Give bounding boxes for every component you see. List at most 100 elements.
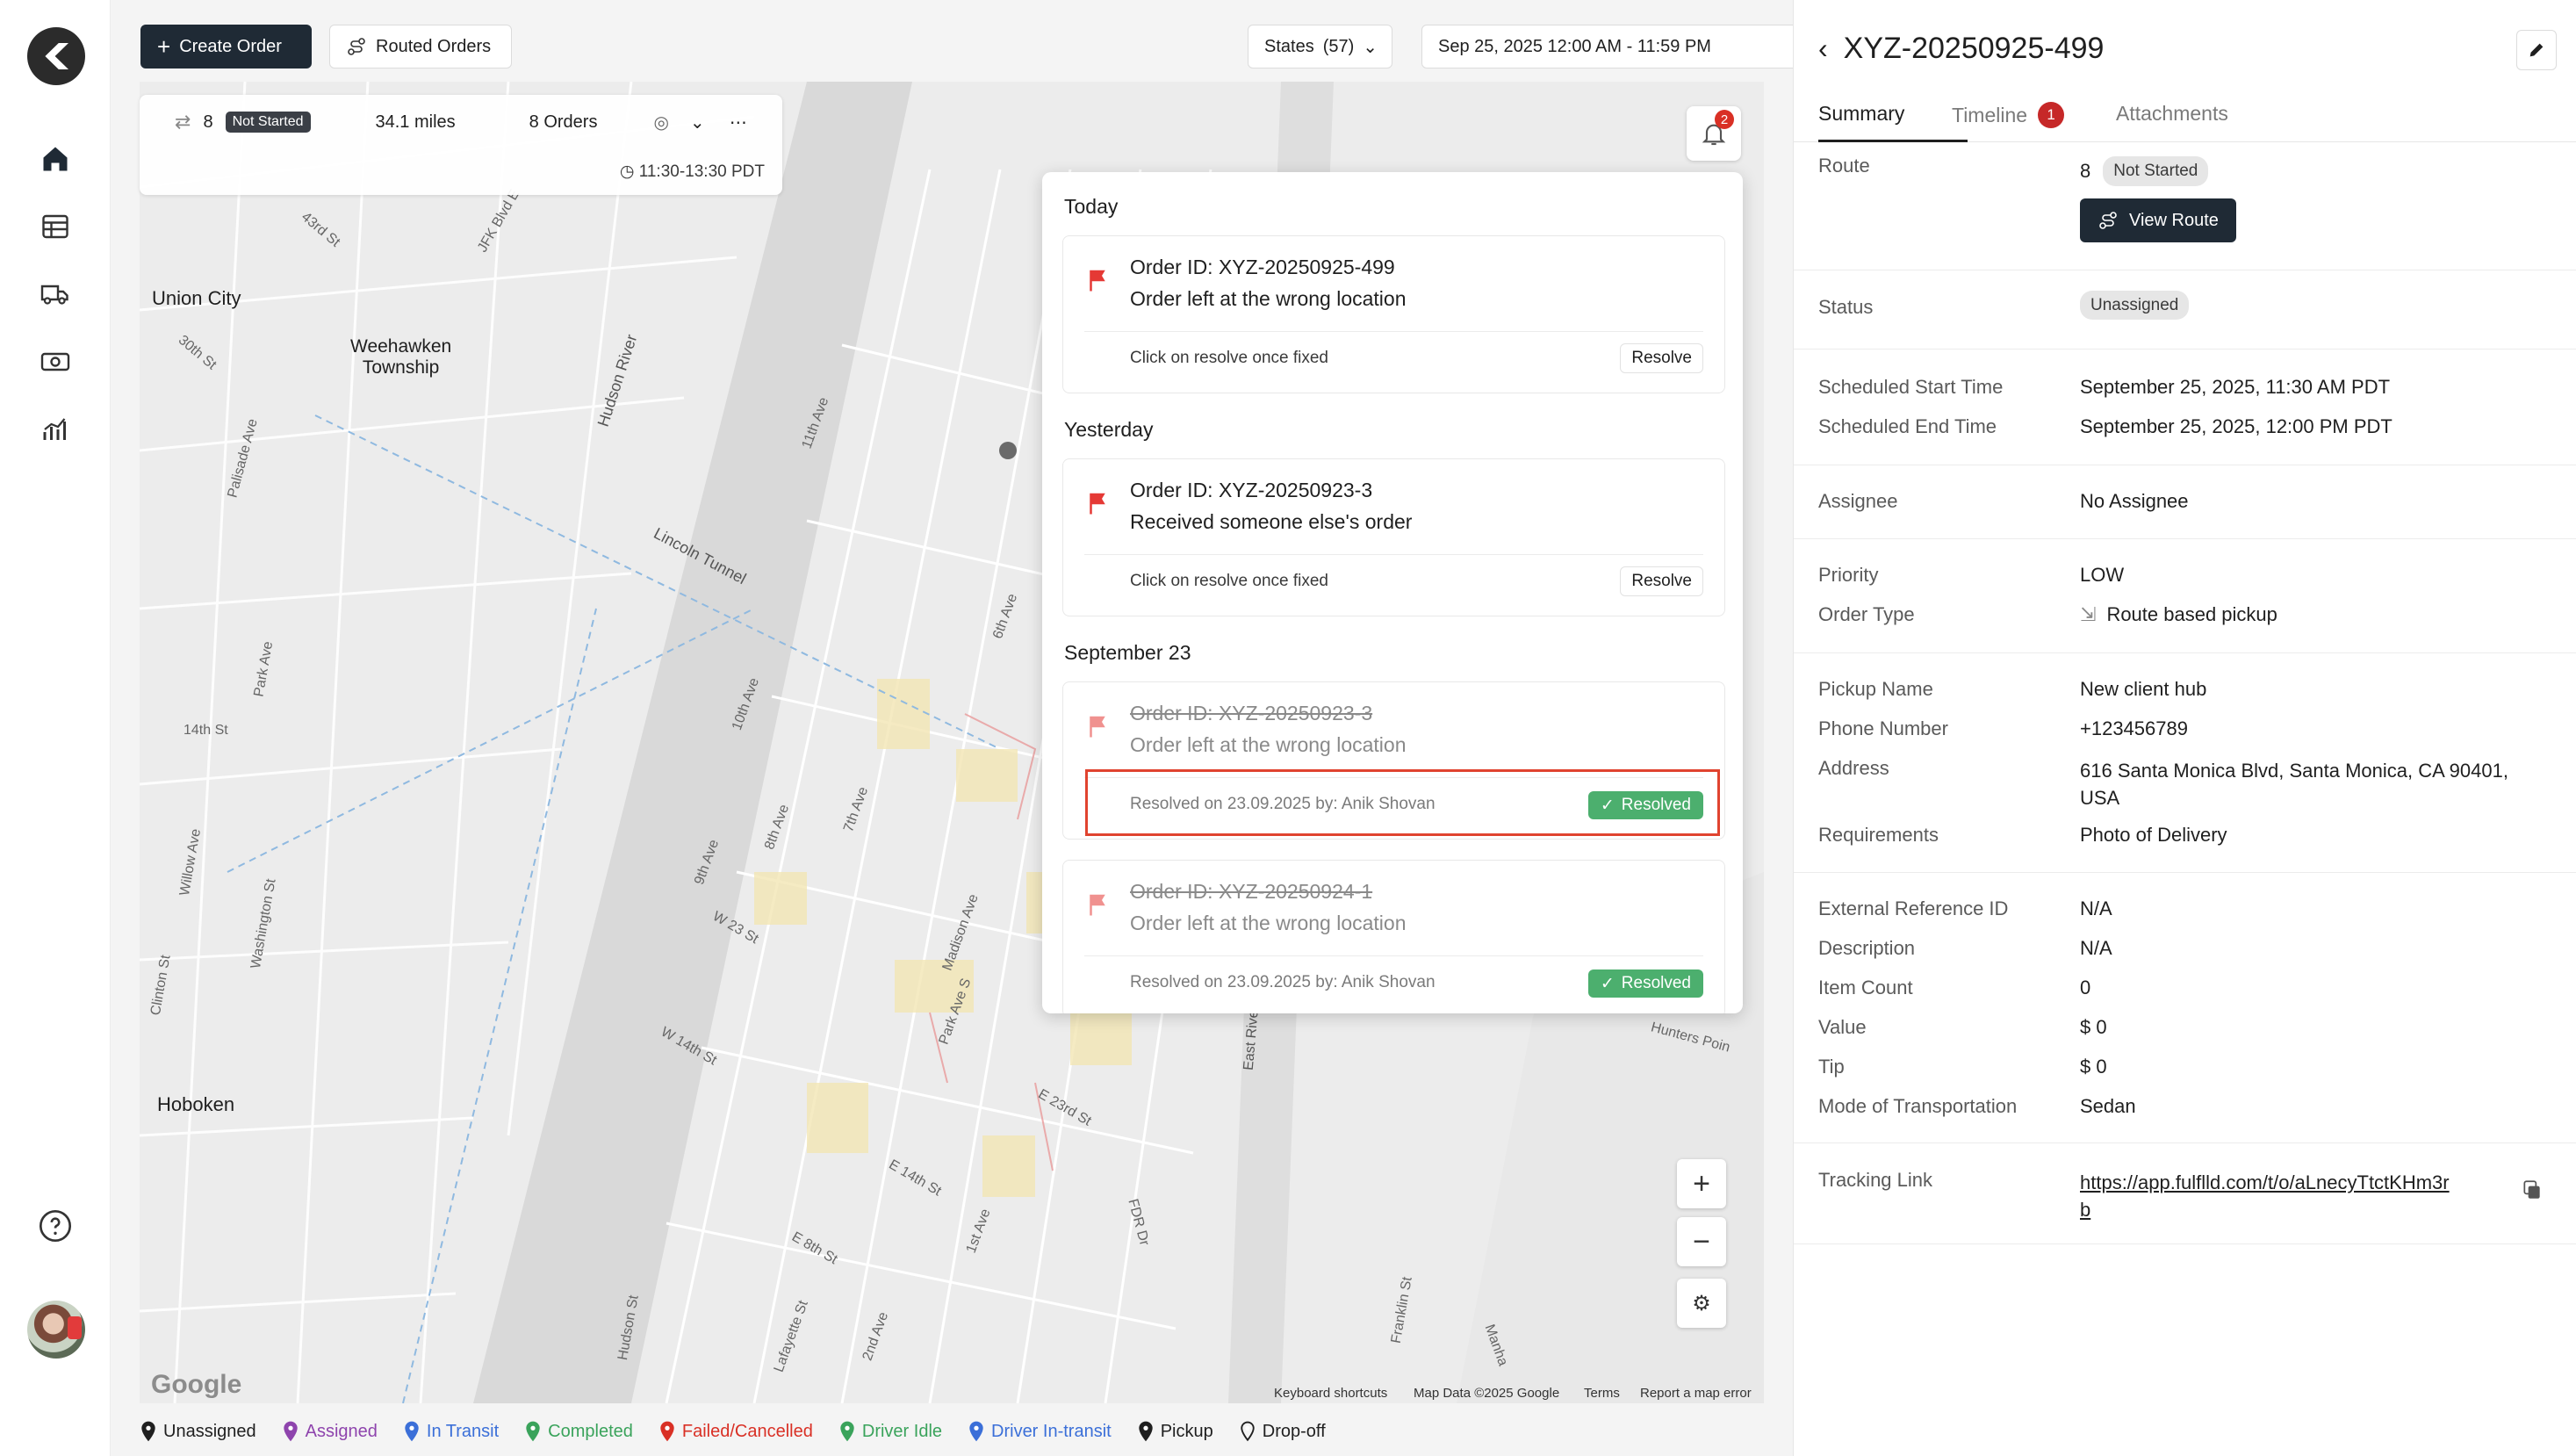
status-label: Status [1818, 296, 1874, 318]
notification-item: Order ID: XYZ-20250923-3 Received someon… [1062, 458, 1725, 616]
route-number: 8 [203, 112, 213, 132]
notification-item: Order ID: XYZ-20250925-499 Order left at… [1062, 235, 1725, 393]
mode-label: Mode of Transportation [1818, 1095, 2018, 1117]
legend-item: Assigned [283, 1421, 378, 1442]
legend-label: Assigned [305, 1421, 378, 1441]
app-logo[interactable] [27, 27, 85, 85]
resolve-button[interactable]: Resolve [1620, 566, 1703, 596]
legend-item: Completed [525, 1421, 633, 1442]
route-card[interactable]: ⇄ 8 Not Started 34.1 miles 8 Orders ◎ ⌄ … [140, 95, 782, 195]
legend-item: In Transit [404, 1421, 499, 1442]
route-label: Route [1818, 155, 1870, 177]
zoom-in-button[interactable]: + [1677, 1159, 1726, 1208]
order-type-value: ⇲ Route based pickup [2080, 603, 2277, 625]
map-pin-icon [405, 1421, 419, 1442]
terms-link[interactable]: Terms [1584, 1386, 1620, 1401]
states-dropdown[interactable]: States (57) ⌄ [1248, 25, 1392, 68]
map-label: Union City [152, 287, 241, 309]
legend-item: Driver Idle [839, 1421, 942, 1442]
route-orders: 8 Orders [529, 112, 598, 132]
end-time-value: September 25, 2025, 12:00 PM PDT [2080, 415, 2393, 437]
map-pin-icon [840, 1421, 854, 1442]
detail-header: ‹ XYZ-20250925-499 [1818, 32, 2104, 66]
routed-orders-button[interactable]: Routed Orders [329, 25, 512, 68]
create-order-button[interactable]: + Create Order [140, 25, 312, 68]
legend-label: Failed/Cancelled [681, 1421, 813, 1441]
locate-icon[interactable]: ◎ [653, 112, 668, 133]
copy-icon[interactable] [2521, 1178, 2544, 1206]
phone-label: Phone Number [1818, 717, 1948, 739]
tab-summary[interactable]: Summary [1818, 102, 1904, 126]
date-range-label: Sep 25, 2025 12:00 AM - 11:59 PM [1438, 36, 1711, 56]
chevron-down-icon[interactable]: ⌄ [690, 112, 705, 133]
user-avatar[interactable] [27, 1301, 85, 1359]
more-icon[interactable]: ⋯ [730, 112, 747, 133]
route-distance: 34.1 miles [375, 112, 456, 132]
route-status-badge: Not Started [225, 112, 311, 133]
chevron-down-icon: ⌄ [1363, 37, 1378, 57]
map-pin-icon [969, 1421, 983, 1442]
address-value: 616 Santa Monica Blvd, Santa Monica, CA … [2080, 760, 2508, 809]
bell-count-badge: 2 [1715, 110, 1734, 129]
map-data-text: Map Data ©2025 Google [1414, 1386, 1560, 1401]
notification-item-resolved: Order ID: XYZ-20250924-1 Order left at t… [1062, 860, 1725, 1013]
help-icon[interactable] [38, 1208, 73, 1243]
legend-label: Driver Idle [861, 1421, 943, 1441]
section-title-september-23: September 23 [1064, 641, 1191, 664]
resolve-button[interactable]: Resolve [1620, 343, 1703, 373]
notifications-panel: Today Order ID: XYZ-20250925-499 Order l… [1042, 172, 1743, 1013]
resolved-badge: ✓ Resolved [1587, 969, 1703, 998]
legend-label: Completed [548, 1421, 633, 1441]
priority-value: LOW [2080, 564, 2125, 586]
timeline-count-badge: 1 [2038, 102, 2065, 128]
pickup-name-label: Pickup Name [1818, 678, 1933, 700]
map-pin-icon [141, 1421, 155, 1442]
zoom-out-button[interactable]: − [1677, 1217, 1726, 1266]
order-type-label: Order Type [1818, 603, 1915, 625]
report-map-error-link[interactable]: Report a map error [1640, 1386, 1752, 1401]
tracking-link[interactable]: https://app.fulflld.com/t/o/aLnecyTtctKH… [2080, 1169, 2450, 1223]
edit-button[interactable] [2516, 30, 2557, 70]
legend-item: Drop-off [1240, 1421, 1326, 1442]
flag-icon [1090, 716, 1105, 738]
tab-timeline[interactable]: Timeline 1 [1952, 102, 2065, 128]
date-range-picker[interactable]: Sep 25, 2025 12:00 AM - 11:59 PM [1421, 25, 1831, 68]
map-label: 14th St [183, 723, 228, 738]
phone-value: +123456789 [2080, 717, 2188, 739]
money-icon[interactable] [38, 344, 73, 379]
tracking-label: Tracking Link [1818, 1169, 1933, 1191]
flag-icon [1090, 493, 1105, 515]
gear-icon[interactable]: ⚙ [1677, 1279, 1726, 1328]
external-ref-label: External Reference ID [1818, 897, 2009, 919]
back-chevron-icon[interactable]: ‹ [1818, 32, 1828, 65]
home-icon[interactable] [38, 141, 73, 177]
address-label: Address [1818, 757, 1889, 779]
map-label: Weehawken Township [350, 336, 452, 378]
pickup-arrow-icon: ⇲ [2080, 603, 2097, 625]
table-icon[interactable] [38, 209, 73, 244]
view-route-button[interactable]: View Route [2080, 198, 2236, 242]
google-logo: Google [151, 1370, 242, 1399]
active-tab-underline [1818, 140, 1968, 142]
map-pin-icon [660, 1421, 674, 1442]
notification-order-id: Order ID: XYZ-20250924-1 [1130, 880, 1373, 903]
section-title-yesterday: Yesterday [1064, 418, 1154, 441]
analytics-icon[interactable] [38, 412, 73, 447]
notification-order-id: Order ID: XYZ-20250923-3 [1130, 479, 1373, 501]
map-pin-icon [526, 1421, 540, 1442]
tab-attachments[interactable]: Attachments [2116, 102, 2228, 126]
notification-order-id: Order ID: XYZ-20250925-499 [1130, 256, 1395, 278]
keyboard-shortcuts-link[interactable]: Keyboard shortcuts [1274, 1386, 1387, 1401]
requirements-label: Requirements [1818, 824, 1939, 846]
route-status-badge: Not Started [2103, 156, 2209, 186]
clock-icon: ◷ [619, 162, 639, 181]
map-pin-icon [1241, 1421, 1255, 1442]
truck-icon[interactable] [38, 277, 73, 312]
notifications-bell[interactable]: 2 [1687, 106, 1741, 161]
routed-orders-label: Routed Orders [376, 36, 492, 56]
requirements-value: Photo of Delivery [2080, 824, 2227, 846]
start-time-value: September 25, 2025, 11:30 AM PDT [2080, 376, 2391, 398]
resolved-info: Resolved on 23.09.2025 by: Anik Shovan [1130, 973, 1436, 991]
notification-message: Order left at the wrong location [1130, 912, 1407, 934]
tip-label: Tip [1818, 1056, 1845, 1078]
